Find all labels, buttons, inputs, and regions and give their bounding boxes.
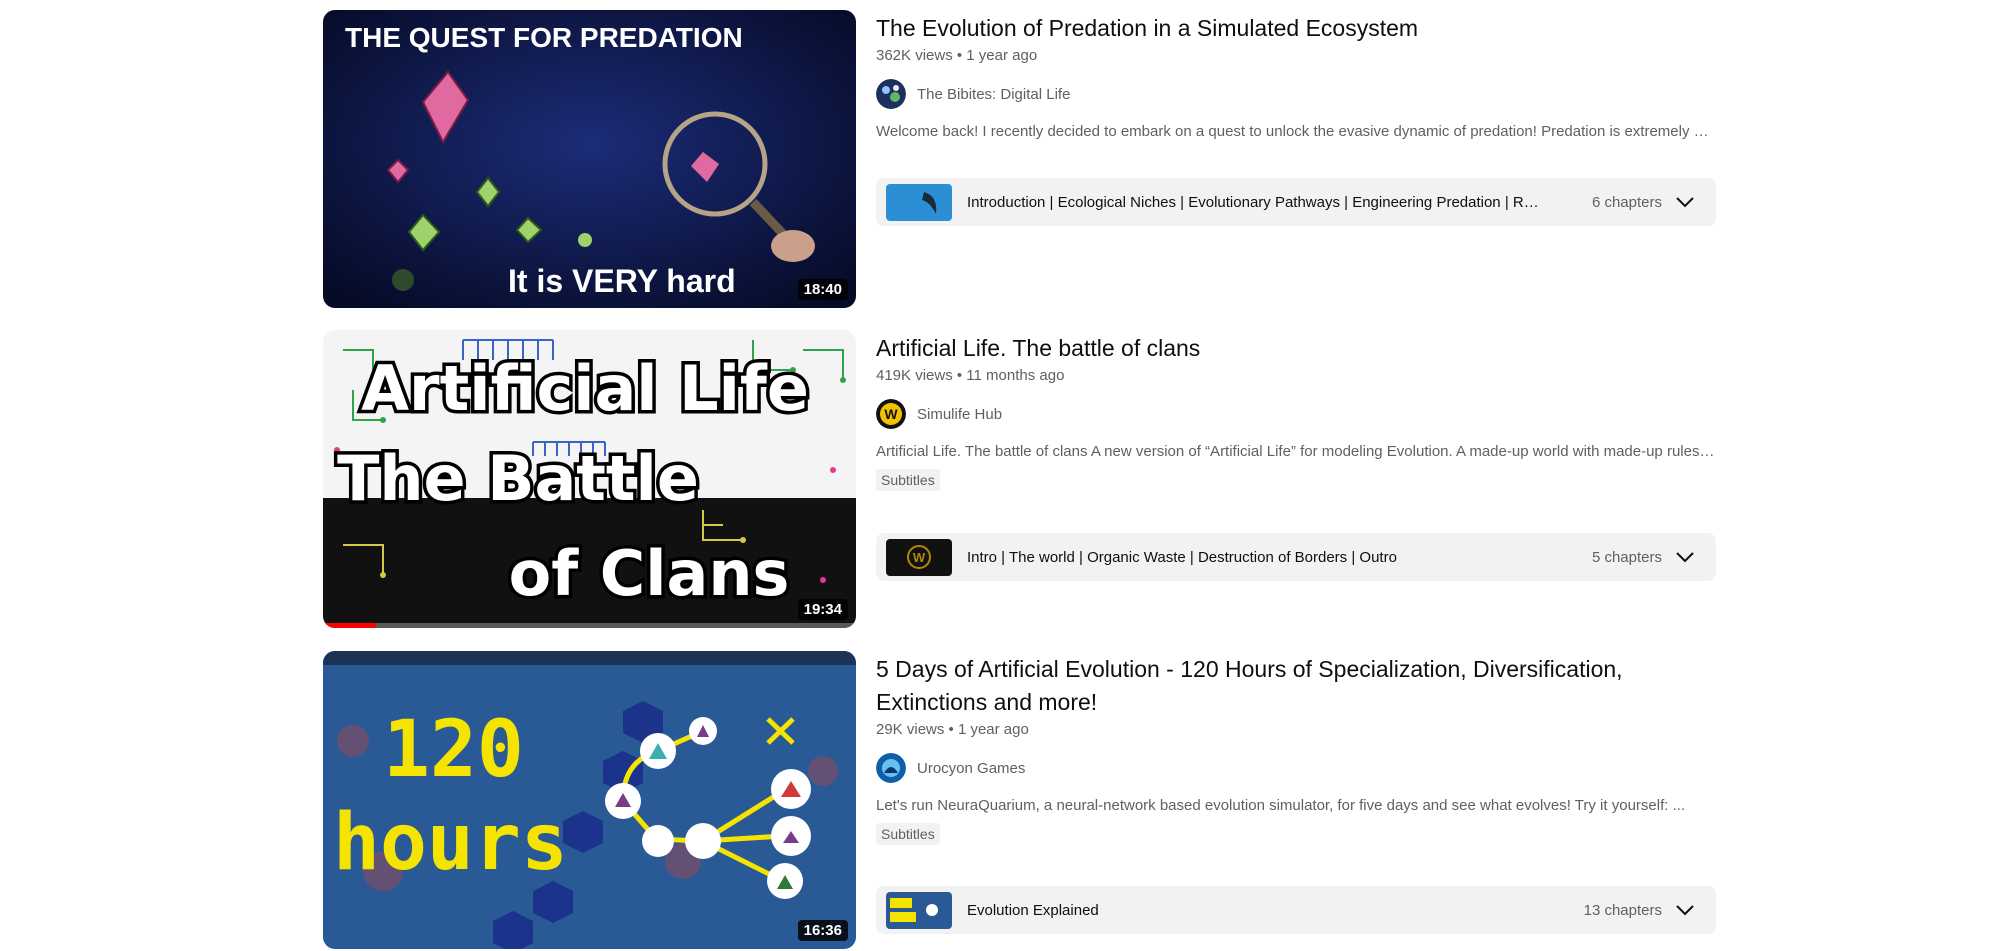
channel-link[interactable]: The Bibites: Digital Life [876,78,1716,110]
video-result: Artificial Life The Battle of Clans 19:3… [323,330,1716,630]
video-thumbnail[interactable]: Artificial Life The Battle of Clans 19:3… [323,330,856,628]
thumb-bottom-text: It is VERY hard [508,263,736,299]
channel-avatar[interactable] [876,753,906,783]
video-info: Artificial Life. The battle of clans 419… [876,330,1716,581]
video-result: 120 hours 16:36 5 Days of Artificial Evo… [323,651,1716,951]
subtitles-badge: Subtitles [876,823,940,845]
thumb-line-2: hours [333,798,568,888]
video-meta: 419K views • 11 months ago [876,367,1065,384]
video-meta: 29K views • 1 year ago [876,721,1029,738]
chapters-list: Evolution Explained [967,901,1099,919]
channel-name[interactable]: Simulife Hub [917,406,1002,423]
chapters-count: 13 chapters [1583,901,1662,919]
video-info: The Evolution of Predation in a Simulate… [876,10,1716,226]
chapters-list: Intro | The world | Organic Waste | Dest… [967,548,1397,566]
video-duration: 18:40 [797,279,848,300]
video-description: Artificial Life. The battle of clans A n… [876,443,1716,460]
video-duration: 16:36 [797,920,848,941]
chapter-thumbnail: W [886,538,952,576]
thumb-line-3: of Clans [509,537,790,610]
chevron-down-icon[interactable] [1676,904,1694,916]
thumb-top-text: THE QUEST FOR PREDATION [345,22,743,53]
chapter-thumbnail [886,891,952,929]
video-result: THE QUEST FOR PREDATION It is VERY hard … [323,10,1716,310]
thumb-line-1: Artificial Life [361,352,809,425]
watch-progress-bar [323,623,856,628]
chapters-list: Introduction | Ecological Niches | Evolu… [967,193,1547,211]
video-description: Let's run NeuraQuarium, a neural-network… [876,797,1686,814]
channel-name[interactable]: Urocyon Games [917,760,1025,777]
video-info: 5 Days of Artificial Evolution - 120 Hou… [876,651,1716,934]
subtitles-badge: Subtitles [876,469,940,491]
thumb-line-2: The Battle [337,442,699,515]
channel-avatar[interactable] [876,79,906,109]
chapter-thumb-letter: W [913,550,926,565]
video-meta: 362K views • 1 year ago [876,47,1038,64]
thumb-line-1: 120 [383,705,524,795]
video-thumbnail[interactable]: THE QUEST FOR PREDATION It is VERY hard … [323,10,856,308]
chevron-down-icon[interactable] [1676,196,1694,208]
video-title[interactable]: 5 Days of Artificial Evolution - 120 Hou… [876,653,1716,719]
watch-progress-fill [323,623,377,628]
video-description: Welcome back! I recently decided to emba… [876,123,1716,140]
channel-link[interactable]: Urocyon Games [876,752,1716,784]
chapters-count: 5 chapters [1591,548,1662,566]
channel-name[interactable]: The Bibites: Digital Life [917,86,1070,103]
chapters-panel[interactable]: Evolution Explained 13 chapters [876,886,1716,934]
channel-link[interactable]: W Simulife Hub [876,398,1716,430]
video-thumbnail[interactable]: 120 hours 16:36 [323,651,856,949]
chapters-panel[interactable]: Introduction | Ecological Niches | Evolu… [876,178,1716,226]
video-duration: 19:34 [797,599,848,620]
video-title[interactable]: Artificial Life. The battle of clans [876,332,1716,365]
chevron-down-icon[interactable] [1676,551,1694,563]
chapter-thumbnail [886,183,952,221]
video-title[interactable]: The Evolution of Predation in a Simulate… [876,12,1716,45]
avatar-letter: W [884,406,898,422]
chapters-count: 6 chapters [1591,193,1662,211]
channel-avatar[interactable]: W [876,399,906,429]
chapters-panel[interactable]: W Intro | The world | Organic Waste | De… [876,533,1716,581]
